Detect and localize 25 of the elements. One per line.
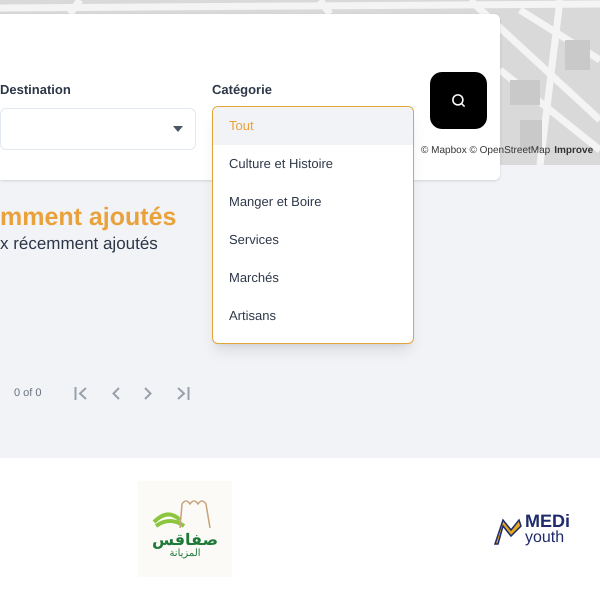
dropdown-option[interactable]: Manger et Boire <box>213 183 413 221</box>
dropdown-option[interactable]: Culture et Histoire <box>213 145 413 183</box>
chevron-left-icon <box>112 386 120 400</box>
field-label: Destination <box>0 81 72 99</box>
dropdown-option[interactable]: Services <box>213 221 413 259</box>
destination-select[interactable] <box>0 108 196 150</box>
section-subtitle: x récemment ajoutés <box>0 233 158 254</box>
search-button[interactable] <box>430 72 487 129</box>
chevron-right-icon <box>144 386 152 400</box>
dropdown-option[interactable]: Marchés <box>213 259 413 297</box>
search-icon <box>451 93 466 108</box>
field-label: Catégorie <box>212 81 273 99</box>
page-count: 0 of 0 <box>14 386 42 401</box>
last-page-icon <box>176 386 190 400</box>
first-page-icon <box>74 386 88 400</box>
mountain-icon <box>493 516 523 546</box>
logo-tagline: المزيانة <box>169 548 201 560</box>
logo-name: صفاقس <box>152 532 218 548</box>
dropdown-option[interactable]: Artisans <box>213 297 413 335</box>
section-title: mment ajoutés <box>0 202 176 233</box>
logo-tagline: youth <box>525 530 566 546</box>
logo-name: MEDi <box>525 512 570 530</box>
map-attribution: © Mapbox © OpenStreetMap <box>421 144 550 158</box>
improve-link[interactable]: Improve <box>554 143 594 158</box>
caret-icon <box>173 126 183 132</box>
